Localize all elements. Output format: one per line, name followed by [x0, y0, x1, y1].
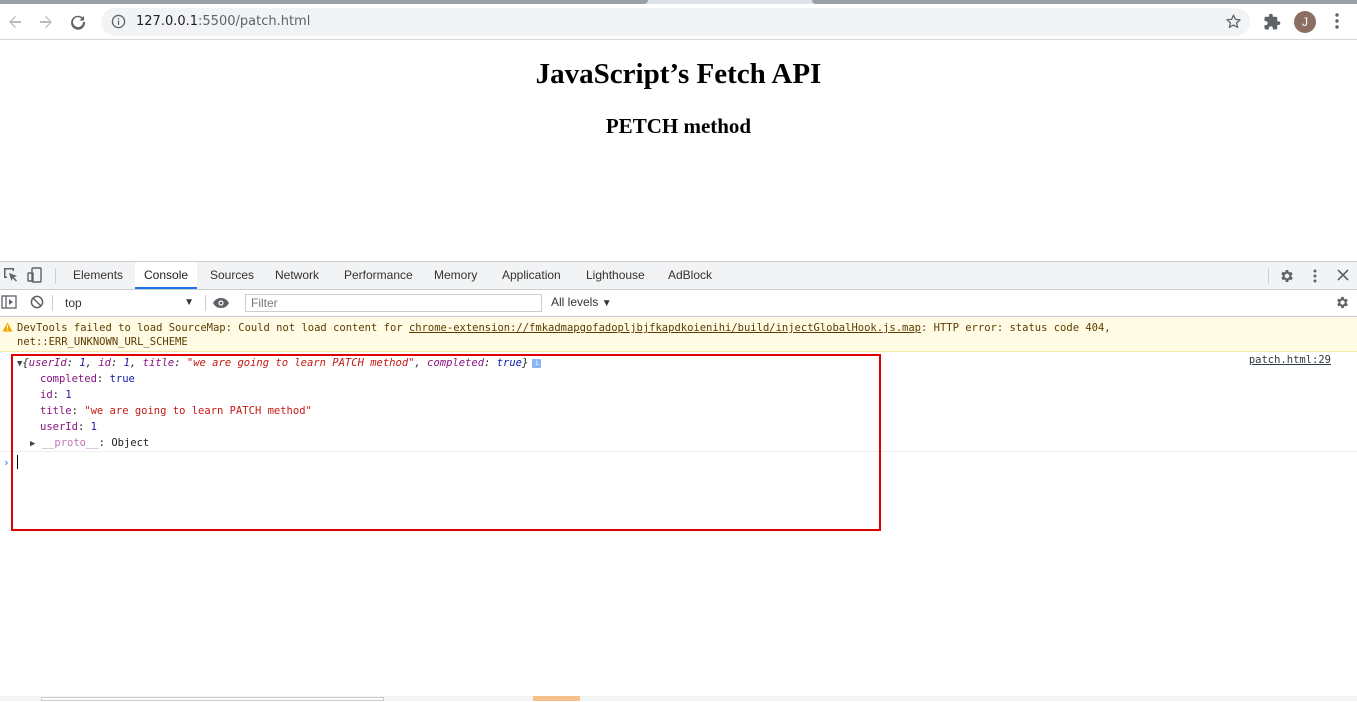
- log-prop-row: title: "we are going to learn PATCH meth…: [40, 405, 312, 417]
- context-select[interactable]: top ▼: [58, 294, 198, 312]
- device-toolbar-icon[interactable]: [27, 267, 43, 288]
- reload-icon: [71, 15, 86, 30]
- info-circle-icon[interactable]: [111, 14, 126, 34]
- tab-memory[interactable]: Memory: [425, 262, 486, 289]
- vertical-dots-icon[interactable]: [1309, 268, 1321, 289]
- console-toolbar-divider-2: [205, 295, 206, 311]
- tab-elements[interactable]: Elements: [64, 262, 132, 289]
- tab-lighthouse[interactable]: Lighthouse: [577, 262, 654, 289]
- warning-triangle-icon: [2, 322, 13, 335]
- info-badge-icon[interactable]: i: [532, 358, 542, 368]
- log-levels-dropdown[interactable]: All levels ▼: [551, 295, 612, 309]
- url-text[interactable]: 127.0.0.1:5500/patch.html: [136, 14, 310, 29]
- log-levels-label: All levels: [551, 295, 599, 309]
- bottom-strip: [0, 696, 1357, 701]
- puzzle-icon[interactable]: [1263, 13, 1281, 36]
- tab-console[interactable]: Console: [135, 262, 198, 289]
- dropdown-arrow-icon: ▼: [184, 297, 194, 308]
- gear-icon[interactable]: [1279, 268, 1295, 289]
- dropdown-arrow-icon: ▼: [601, 298, 612, 309]
- log-prop-row: id: 1: [40, 389, 72, 401]
- log-prop-row: userId: 1: [40, 421, 97, 433]
- log-divider: [0, 451, 1357, 452]
- page-title: JavaScript’s Fetch API: [535, 58, 822, 90]
- eye-icon[interactable]: [212, 296, 230, 314]
- log-proto-row[interactable]: ▶ __proto__: Object: [30, 436, 149, 451]
- page-subtitle: PETCH method: [605, 114, 752, 138]
- back-button[interactable]: [3, 10, 27, 34]
- log-source-link[interactable]: patch.html:29: [1249, 354, 1331, 366]
- console-log-area: ▼{userId: 1, id: 1, title: "we are going…: [0, 352, 1357, 469]
- log-prop-row: completed: true: [40, 373, 135, 385]
- url-host: 127.0.0.1: [136, 14, 199, 29]
- tab-adblock[interactable]: AdBlock: [659, 262, 721, 289]
- star-icon[interactable]: [1225, 13, 1242, 35]
- warning-suffix: : HTTP error: status code 404,: [920, 322, 1111, 334]
- reload-button[interactable]: [66, 10, 90, 34]
- warning-text: DevTools failed to load SourceMap: Could…: [17, 321, 1111, 349]
- expand-triangle-icon[interactable]: ▶: [30, 439, 35, 449]
- forward-button[interactable]: [34, 10, 58, 34]
- vertical-dots-icon[interactable]: [1329, 12, 1345, 35]
- tab-network[interactable]: Network: [266, 262, 328, 289]
- address-bar[interactable]: 127.0.0.1:5500/patch.html: [101, 8, 1250, 36]
- tab-performance[interactable]: Performance: [335, 262, 422, 289]
- arrow-right-icon: [40, 16, 52, 28]
- console-settings-gear-icon[interactable]: [1335, 295, 1350, 315]
- tab-application[interactable]: Application: [493, 262, 570, 289]
- log-object-summary[interactable]: ▼{userId: 1, id: 1, title: "we are going…: [17, 356, 542, 371]
- arrow-left-icon: [9, 16, 21, 28]
- tab-sources[interactable]: Sources: [201, 262, 263, 289]
- tabbar-divider: [55, 268, 56, 284]
- clear-console-icon[interactable]: [30, 295, 44, 314]
- console-filter-input[interactable]: [245, 294, 542, 312]
- browser-toolbar: 127.0.0.1:5500/patch.html J: [0, 4, 1357, 40]
- console-input-cursor[interactable]: [17, 455, 18, 469]
- tabbar-divider-right: [1268, 268, 1269, 284]
- inspect-element-icon[interactable]: [3, 267, 19, 288]
- devtools-tabbar: Elements Console Sources Network Perform…: [0, 262, 1357, 290]
- devtools-panel: Elements Console Sources Network Perform…: [0, 261, 1357, 702]
- avatar[interactable]: J: [1294, 11, 1316, 33]
- close-icon[interactable]: [1336, 268, 1350, 287]
- url-path: :5500/patch.html: [198, 14, 311, 29]
- console-toolbar-divider: [52, 295, 53, 311]
- context-value: top: [65, 296, 82, 310]
- console-warning-message: DevTools failed to load SourceMap: Could…: [0, 317, 1357, 352]
- warning-line2: net::ERR_UNKNOWN_URL_SCHEME: [17, 336, 188, 348]
- warning-prefix: DevTools failed to load SourceMap: Could…: [17, 322, 409, 334]
- sourcemap-link[interactable]: chrome-extension://fmkadmapgofadopljbjfk…: [409, 322, 921, 334]
- console-prompt-chevron-icon: ›: [3, 456, 10, 469]
- sidebar-toggle-icon[interactable]: [1, 295, 17, 314]
- console-toolbar: top ▼ All levels ▼: [0, 290, 1357, 317]
